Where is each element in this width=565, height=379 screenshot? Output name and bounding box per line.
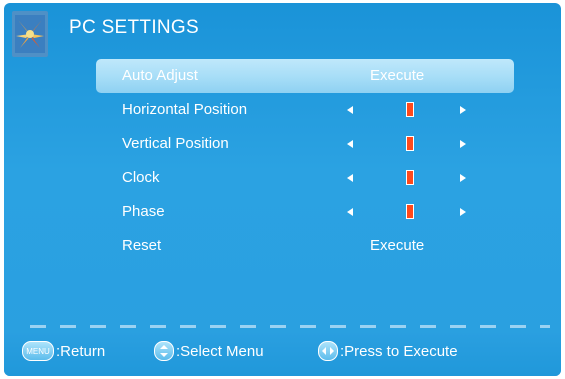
return-label: :Return [56,342,106,360]
execute-value: Execute [370,237,425,254]
divider [30,325,550,328]
slider-marker [406,204,414,219]
execute-value: Execute [370,67,425,84]
menu-key-icon: MENU [22,341,54,361]
left-right-key-icon [318,341,338,361]
left-arrow-icon[interactable] [347,106,353,114]
menu-item-label: Clock [122,169,160,186]
left-arrow-icon[interactable] [347,208,353,216]
slider-marker [406,102,414,117]
menu-item-auto-adjust[interactable]: Auto Adjust Execute [96,59,514,93]
execute-hint: :Press to Execute [318,341,458,361]
menu-item-reset[interactable]: Reset Execute [96,229,514,263]
menu-item-phase[interactable]: Phase [96,195,514,229]
slider-marker [406,170,414,185]
menu-item-label: Horizontal Position [122,101,248,118]
menu-item-vertical-position[interactable]: Vertical Position [96,127,514,161]
right-arrow-icon[interactable] [460,106,466,114]
menu-item-label: Auto Adjust [122,67,198,84]
execute-label: :Press to Execute [340,342,458,360]
select-label: :Select Menu [176,342,264,360]
return-hint: MENU :Return [22,341,105,361]
menu-item-horizontal-position[interactable]: Horizontal Position [96,93,514,127]
left-arrow-icon[interactable] [347,174,353,182]
right-arrow-icon[interactable] [460,140,466,148]
osd-screen: PC SETTINGS Auto Adjust Execute Horizont… [4,3,561,376]
right-arrow-icon[interactable] [460,208,466,216]
slider-marker [406,136,414,151]
up-down-key-icon [154,341,174,361]
select-hint: :Select Menu [154,341,264,361]
picture-settings-icon [12,11,48,57]
page-title: PC SETTINGS [69,17,199,38]
menu-item-label: Phase [122,203,165,220]
right-arrow-icon[interactable] [460,174,466,182]
menu-item-clock[interactable]: Clock [96,161,514,195]
menu-item-label: Vertical Position [122,135,229,152]
menu-item-label: Reset [122,237,162,254]
left-arrow-icon[interactable] [347,140,353,148]
footer-hints: MENU :Return :Select Menu :Press to Exec… [4,333,561,376]
